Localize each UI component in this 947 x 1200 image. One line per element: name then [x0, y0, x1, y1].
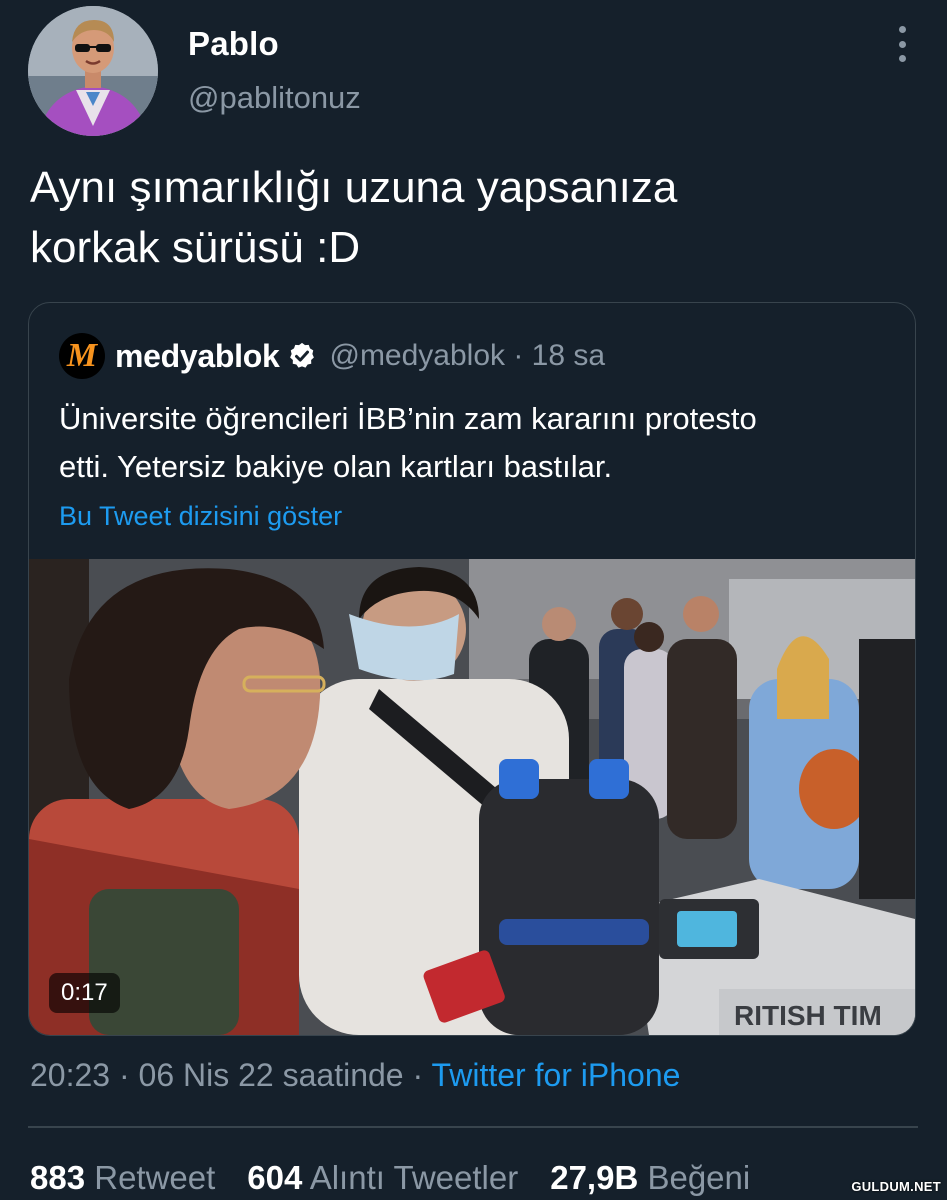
- verified-badge-icon: [290, 342, 315, 368]
- retweet-count[interactable]: 883 Retweet: [30, 1156, 215, 1200]
- quoted-handle-time: @medyablok · 18 sa: [329, 339, 606, 372]
- video-player[interactable]: RITISH TIM 0:17: [29, 559, 915, 1035]
- video-sign-text: RITISH TIM: [734, 1000, 882, 1031]
- quoted-tweet-text: Üniversite öğrencileri İBB’nin zam karar…: [59, 401, 757, 484]
- like-count-number: 27,9B: [550, 1159, 639, 1196]
- video-duration: 0:17: [49, 973, 120, 1013]
- quote-tweet-count[interactable]: 604 Alıntı Tweetler: [247, 1156, 518, 1200]
- show-thread-link[interactable]: Bu Tweet dizisini göster: [59, 499, 342, 533]
- author-avatar[interactable]: [28, 6, 158, 136]
- quote-tweet-count-label: Alıntı Tweetler: [309, 1159, 519, 1196]
- quoted-author-name[interactable]: medyablok: [115, 338, 280, 375]
- quote-tweet-count-number: 604: [247, 1159, 303, 1196]
- like-count[interactable]: 27,9B Beğeni: [550, 1156, 750, 1200]
- tweet-source-link[interactable]: Twitter for iPhone: [431, 1057, 680, 1093]
- more-dot: [898, 40, 906, 48]
- more-dot: [898, 55, 906, 62]
- tweet-header: Pablo @pablitonuz: [28, 6, 918, 136]
- tweet-timestamp: 20:23 · 06 Nis 22 saatinde · Twitter for…: [30, 1054, 680, 1096]
- author-avatar-image: [28, 6, 158, 136]
- stats-divider: [28, 1126, 918, 1128]
- tweet-time-date[interactable]: 20:23 · 06 Nis 22 saatinde ·: [30, 1057, 431, 1093]
- site-watermark: GULDUM.NET: [851, 1179, 941, 1194]
- tweet-text: Aynı şımarıklığı uzuna yapsanıza korkak …: [30, 163, 678, 272]
- quoted-avatar-logo: M: [66, 337, 98, 374]
- retweet-count-number: 883: [30, 1159, 86, 1196]
- more-vertical-icon[interactable]: [892, 26, 912, 62]
- quoted-tweet-card[interactable]: M medyablok @medyablok · 18 sa Üniversit…: [28, 302, 916, 1036]
- more-dot: [898, 26, 906, 33]
- tweet-stats: 883 Retweet 604 Alıntı Tweetler 27,9B Be…: [30, 1156, 782, 1200]
- author-handle[interactable]: @pablitonuz: [188, 78, 361, 118]
- author-display-name[interactable]: Pablo: [188, 24, 279, 64]
- like-count-label: Beğeni: [647, 1159, 751, 1196]
- video-thumbnail: RITISH TIM: [29, 559, 915, 1035]
- retweet-count-label: Retweet: [94, 1159, 216, 1196]
- quoted-tweet-header: M medyablok @medyablok · 18 sa: [59, 333, 605, 379]
- quoted-author-avatar[interactable]: M: [59, 333, 105, 379]
